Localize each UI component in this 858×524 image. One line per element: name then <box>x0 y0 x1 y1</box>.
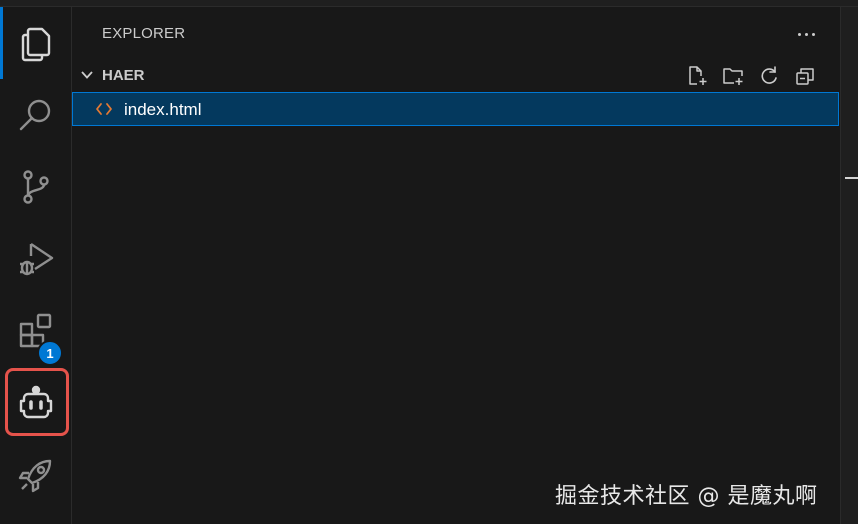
folder-actions <box>684 65 818 87</box>
file-name: index.html <box>124 100 202 119</box>
refresh-icon <box>761 66 777 84</box>
dot-icon <box>797 32 801 36</box>
refresh-button[interactable] <box>756 65 782 87</box>
folder-section-header[interactable]: HAER <box>72 63 840 89</box>
activity-extensions[interactable]: 1 <box>0 295 72 367</box>
folder-name: HAER <box>102 67 145 84</box>
dot-icon <box>811 32 815 36</box>
activity-search[interactable] <box>0 79 72 151</box>
activity-copilot[interactable] <box>0 367 72 439</box>
activity-explorer[interactable] <box>0 7 72 79</box>
search-icon <box>19 99 51 131</box>
activity-deploy[interactable] <box>0 439 72 511</box>
activity-run-debug[interactable] <box>0 223 72 295</box>
new-folder-icon <box>723 68 743 85</box>
sidebar-title: EXPLORER <box>102 25 186 42</box>
rocket-icon <box>18 459 52 493</box>
editor-edge <box>840 7 858 524</box>
activity-source-control[interactable] <box>0 151 72 223</box>
run-debug-icon <box>20 243 54 276</box>
files-icon <box>21 27 51 62</box>
chevron-down-icon[interactable] <box>80 68 94 82</box>
extensions-badge: 1 <box>37 340 63 366</box>
watermark: 掘金技术社区 @ 是魔丸啊 <box>555 484 818 509</box>
scrollbar-marker[interactable] <box>845 177 858 179</box>
file-item-index-html[interactable]: index.html <box>72 92 839 126</box>
new-file-icon <box>689 66 707 85</box>
collapse-all-icon <box>796 68 814 85</box>
explorer-sidebar: EXPLORER HAER index.html <box>72 7 840 524</box>
html-code-icon <box>96 103 112 115</box>
robot-icon <box>19 385 53 419</box>
collapse-all-button[interactable] <box>792 65 818 87</box>
source-control-icon <box>23 170 49 204</box>
dot-icon <box>804 32 808 36</box>
window-top-border <box>0 0 858 7</box>
more-actions-button[interactable] <box>790 23 822 45</box>
new-folder-button[interactable] <box>720 65 746 87</box>
new-file-button[interactable] <box>684 65 710 87</box>
activity-bar: 1 <box>0 7 72 524</box>
